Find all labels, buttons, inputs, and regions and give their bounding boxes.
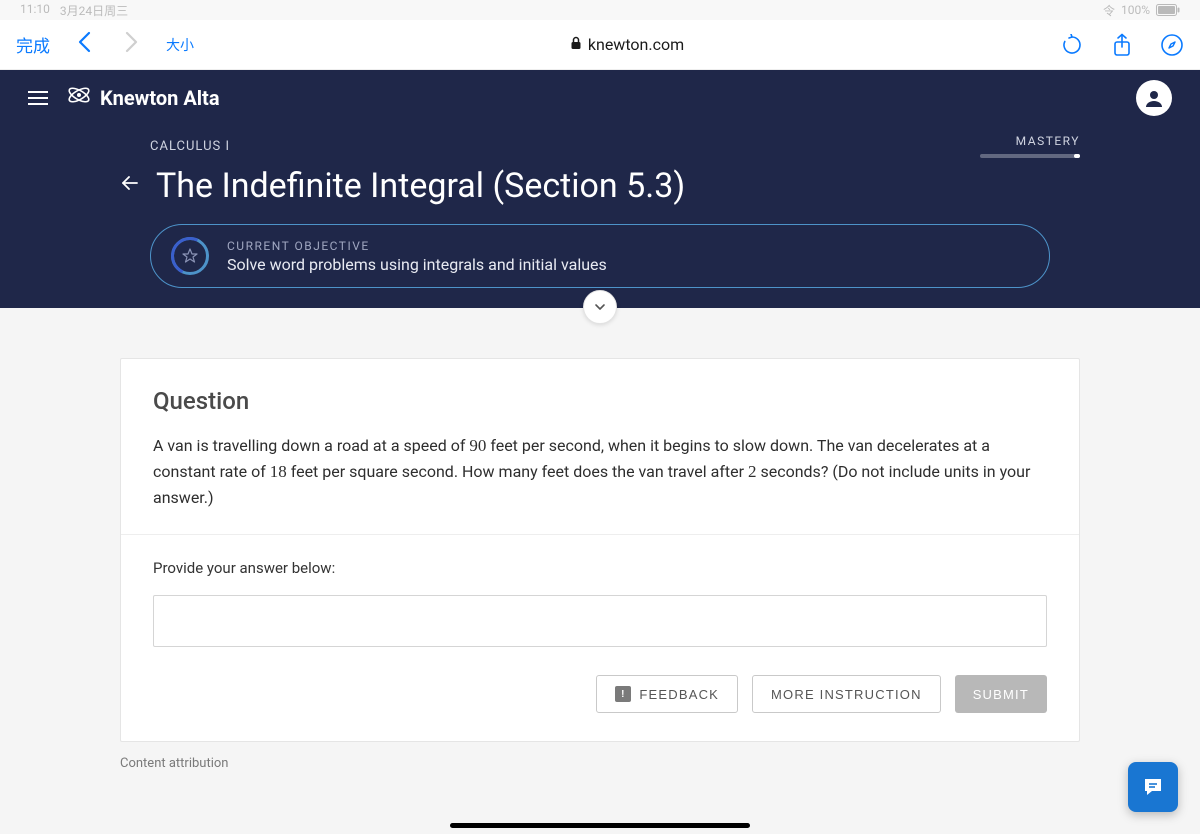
chat-icon [1141,775,1165,799]
mastery-indicator: MASTERY [980,134,1080,158]
feedback-button[interactable]: ! FEEDBACK [596,675,738,713]
question-card: Question A van is travelling down a road… [120,358,1080,742]
battery-text: 100% [1121,3,1150,17]
user-avatar-icon[interactable] [1136,80,1172,116]
objective-label: CURRENT OBJECTIVE [227,239,607,253]
back-arrow-icon[interactable] [120,173,140,199]
page-title: The Indefinite Integral (Section 5.3) [156,166,685,206]
compass-icon[interactable] [1160,33,1184,57]
home-indicator [450,823,750,828]
share-icon[interactable] [1110,33,1134,57]
battery-icon [1156,4,1180,16]
url-text: knewton.com [588,35,684,54]
atom-icon [66,82,92,114]
safari-toolbar: 完成 大小 knewton.com [0,20,1200,70]
content-attribution-link[interactable]: Content attribution [120,756,1080,771]
mastery-bar [980,154,1080,158]
text-size-button[interactable]: 大小 [166,35,194,55]
wifi-icon: 令 [1103,2,1115,19]
status-date: 3月24日周三 [60,2,128,19]
button-row: ! FEEDBACK MORE INSTRUCTION SUBMIT [153,675,1047,713]
divider [121,534,1079,535]
objective-card: CURRENT OBJECTIVE Solve word problems us… [150,224,1050,288]
question-body: A van is travelling down a road at a spe… [153,433,1047,510]
status-time: 11:10 [20,2,50,19]
mastery-label: MASTERY [980,134,1080,148]
back-nav-icon[interactable] [70,31,98,59]
star-progress-icon [171,237,209,275]
done-button[interactable]: 完成 [16,32,50,57]
feedback-icon: ! [615,686,631,702]
question-heading: Question [153,387,1047,415]
submit-button[interactable]: SUBMIT [955,675,1047,713]
answer-input[interactable] [153,595,1047,647]
collapse-header-button[interactable] [583,290,617,324]
course-name: CALCULUS I [150,139,230,154]
content-area: Question A van is travelling down a road… [0,308,1200,791]
objective-text: Solve word problems using integrals and … [227,255,607,274]
brand-logo[interactable]: Knewton Alta [66,82,220,114]
forward-nav-icon [118,31,146,59]
ios-status-bar: 11:10 3月24日周三 令 100% [0,0,1200,20]
brand-text: Knewton Alta [100,86,220,110]
reload-icon[interactable] [1060,33,1084,57]
chat-button[interactable] [1128,762,1178,812]
menu-icon[interactable] [28,91,48,105]
app-header: Knewton Alta CALCULUS I MASTERY The Inde… [0,70,1200,308]
url-bar[interactable]: knewton.com [214,35,1040,54]
more-instruction-button[interactable]: MORE INSTRUCTION [752,675,941,713]
answer-prompt: Provide your answer below: [153,559,1047,577]
lock-icon [570,36,582,54]
